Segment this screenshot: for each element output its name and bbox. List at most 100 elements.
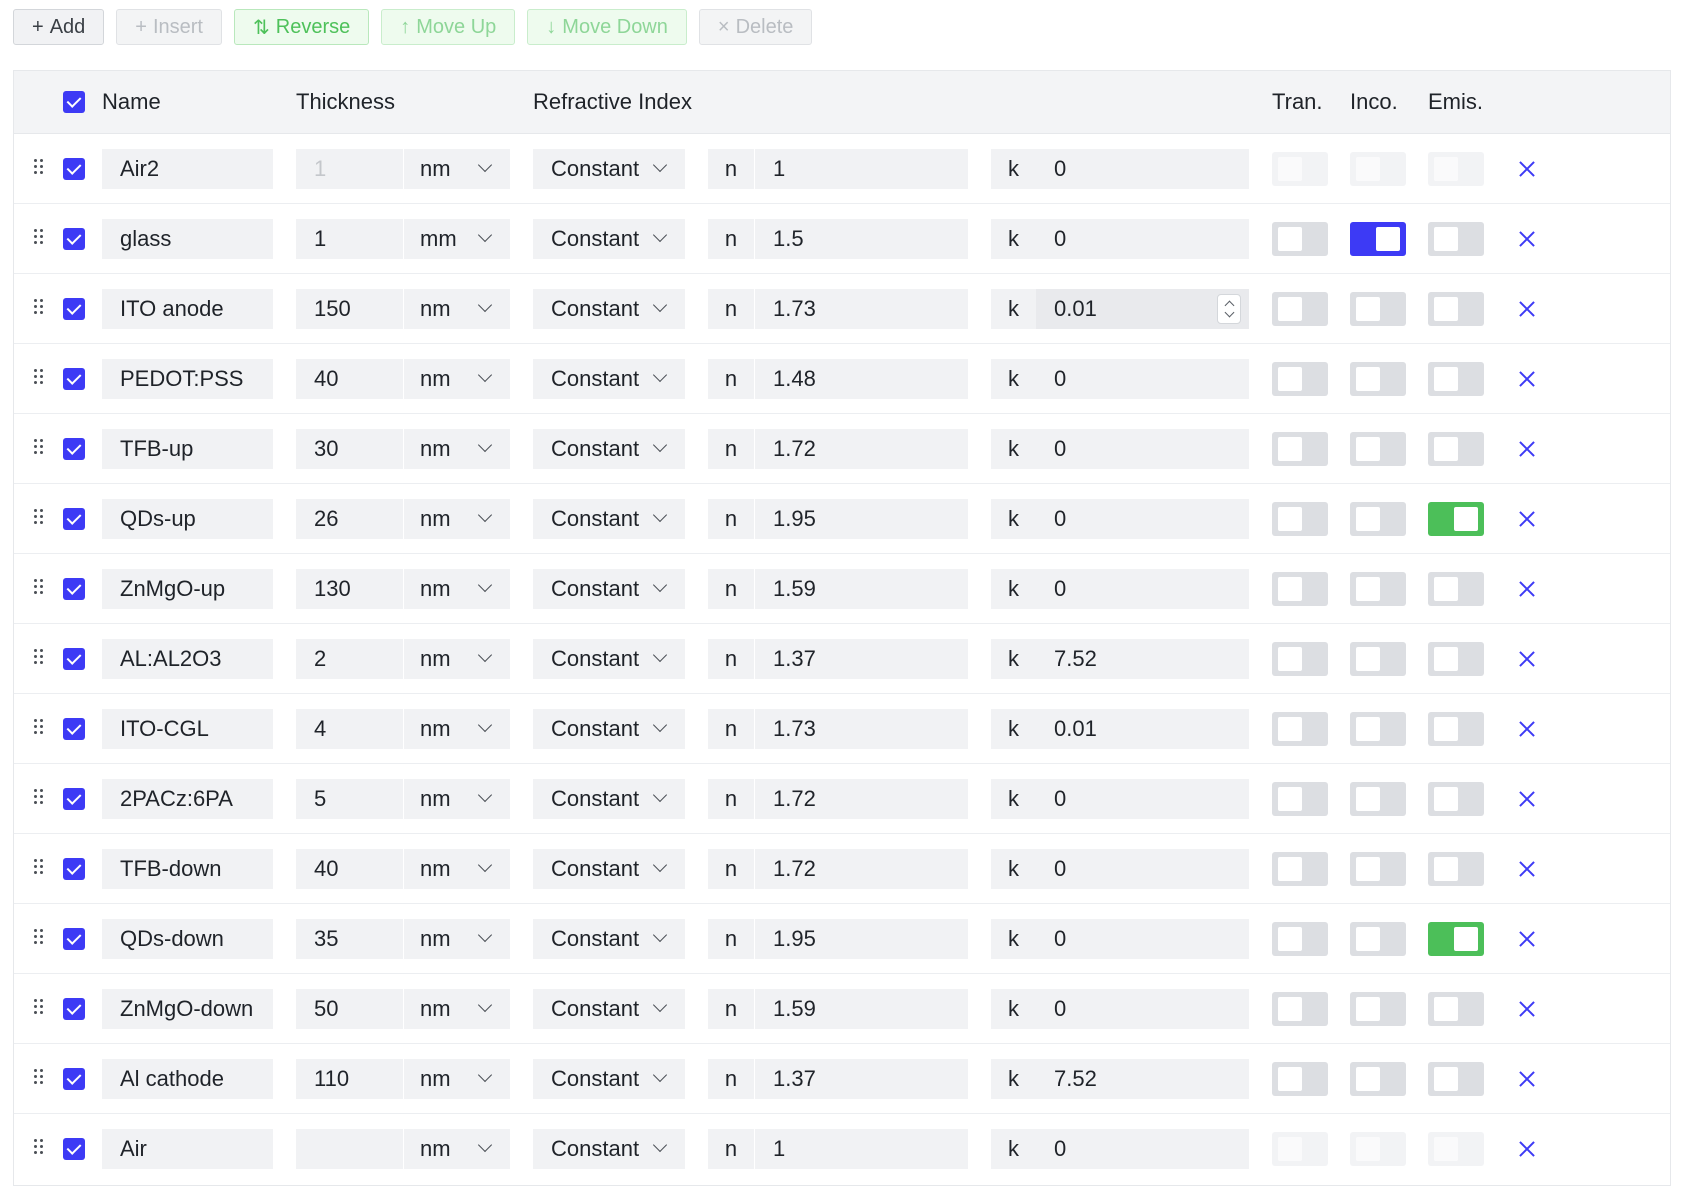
k-input[interactable]: 7.52 [1036, 639, 1249, 679]
delete-row-close-icon[interactable] [1517, 299, 1537, 319]
k-input[interactable]: 0 [1036, 219, 1249, 259]
layer-name-input[interactable]: Al cathode [102, 1059, 273, 1099]
thickness-input[interactable]: 30 [296, 429, 403, 469]
tran-toggle[interactable] [1272, 292, 1328, 326]
row-checkbox[interactable] [63, 158, 85, 180]
k-input[interactable]: 0.01 [1036, 289, 1249, 329]
delete-row-close-icon[interactable] [1517, 509, 1537, 529]
inco-toggle[interactable] [1350, 362, 1406, 396]
row-checkbox[interactable] [63, 578, 85, 600]
drag-handle-icon[interactable] [34, 999, 46, 1019]
model-select[interactable]: Constant [533, 639, 685, 679]
n-input[interactable]: 1.95 [755, 919, 968, 959]
drag-handle-icon[interactable] [34, 299, 46, 319]
layer-name-input[interactable]: QDs-down [102, 919, 273, 959]
unit-select[interactable]: nm [404, 569, 510, 609]
thickness-input[interactable]: 130 [296, 569, 403, 609]
thickness-input[interactable]: 1 [296, 219, 403, 259]
thickness-input[interactable]: 110 [296, 1059, 403, 1099]
n-input[interactable]: 1.72 [755, 849, 968, 889]
emis-toggle[interactable] [1428, 642, 1484, 676]
model-select[interactable]: Constant [533, 1129, 685, 1169]
n-input[interactable]: 1.95 [755, 499, 968, 539]
model-select[interactable]: Constant [533, 219, 685, 259]
thickness-input[interactable]: 4 [296, 709, 403, 749]
move-up-button[interactable]: ↑ Move Up [381, 9, 516, 45]
model-select[interactable]: Constant [533, 849, 685, 889]
row-checkbox[interactable] [63, 718, 85, 740]
inco-toggle[interactable] [1350, 922, 1406, 956]
row-checkbox[interactable] [63, 998, 85, 1020]
tran-toggle[interactable] [1272, 782, 1328, 816]
unit-select[interactable]: nm [404, 639, 510, 679]
n-input[interactable]: 1.5 [755, 219, 968, 259]
layer-name-input[interactable]: QDs-up [102, 499, 273, 539]
tran-toggle[interactable] [1272, 362, 1328, 396]
drag-handle-icon[interactable] [34, 159, 46, 179]
model-select[interactable]: Constant [533, 1059, 685, 1099]
layer-name-input[interactable]: TFB-down [102, 849, 273, 889]
layer-name-input[interactable]: glass [102, 219, 273, 259]
n-input[interactable]: 1.72 [755, 429, 968, 469]
model-select[interactable]: Constant [533, 919, 685, 959]
n-input[interactable]: 1.73 [755, 289, 968, 329]
k-input[interactable]: 0 [1036, 359, 1249, 399]
emis-toggle[interactable] [1428, 1132, 1484, 1166]
emis-toggle[interactable] [1428, 572, 1484, 606]
thickness-input[interactable]: 5 [296, 779, 403, 819]
model-select[interactable]: Constant [533, 499, 685, 539]
model-select[interactable]: Constant [533, 569, 685, 609]
n-input[interactable]: 1.73 [755, 709, 968, 749]
thickness-input[interactable]: 2 [296, 639, 403, 679]
emis-toggle[interactable] [1428, 222, 1484, 256]
tran-toggle[interactable] [1272, 432, 1328, 466]
n-input[interactable]: 1.59 [755, 569, 968, 609]
thickness-input[interactable]: 150 [296, 289, 403, 329]
model-select[interactable]: Constant [533, 289, 685, 329]
inco-toggle[interactable] [1350, 222, 1406, 256]
delete-button[interactable]: × Delete [698, 9, 813, 45]
drag-handle-icon[interactable] [34, 649, 46, 669]
row-checkbox[interactable] [63, 298, 85, 320]
layer-name-input[interactable]: PEDOT:PSS [102, 359, 273, 399]
emis-toggle[interactable] [1428, 992, 1484, 1026]
unit-select[interactable]: nm [404, 709, 510, 749]
tran-toggle[interactable] [1272, 642, 1328, 676]
n-input[interactable]: 1.37 [755, 1059, 968, 1099]
k-input[interactable]: 0 [1036, 989, 1249, 1029]
emis-toggle[interactable] [1428, 152, 1484, 186]
unit-select[interactable]: nm [404, 429, 510, 469]
tran-toggle[interactable] [1272, 852, 1328, 886]
delete-row-close-icon[interactable] [1517, 719, 1537, 739]
delete-row-close-icon[interactable] [1517, 369, 1537, 389]
layer-name-input[interactable]: ITO-CGL [102, 709, 273, 749]
inco-toggle[interactable] [1350, 852, 1406, 886]
n-input[interactable]: 1.59 [755, 989, 968, 1029]
inco-toggle[interactable] [1350, 992, 1406, 1026]
tran-toggle[interactable] [1272, 1062, 1328, 1096]
n-input[interactable]: 1.72 [755, 779, 968, 819]
delete-row-close-icon[interactable] [1517, 859, 1537, 879]
model-select[interactable]: Constant [533, 359, 685, 399]
thickness-input[interactable]: 40 [296, 849, 403, 889]
drag-handle-icon[interactable] [34, 439, 46, 459]
drag-handle-icon[interactable] [34, 789, 46, 809]
emis-toggle[interactable] [1428, 1062, 1484, 1096]
delete-row-close-icon[interactable] [1517, 229, 1537, 249]
n-input[interactable]: 1 [755, 1129, 968, 1169]
model-select[interactable]: Constant [533, 429, 685, 469]
delete-row-close-icon[interactable] [1517, 1139, 1537, 1159]
inco-toggle[interactable] [1350, 1062, 1406, 1096]
drag-handle-icon[interactable] [34, 1069, 46, 1089]
unit-select[interactable]: nm [404, 989, 510, 1029]
tran-toggle[interactable] [1272, 502, 1328, 536]
thickness-input[interactable]: 1 [296, 149, 403, 189]
delete-row-close-icon[interactable] [1517, 929, 1537, 949]
delete-row-close-icon[interactable] [1517, 649, 1537, 669]
tran-toggle[interactable] [1272, 1132, 1328, 1166]
k-input[interactable]: 0 [1036, 569, 1249, 609]
emis-toggle[interactable] [1428, 922, 1484, 956]
emis-toggle[interactable] [1428, 432, 1484, 466]
delete-row-close-icon[interactable] [1517, 439, 1537, 459]
unit-select[interactable]: nm [404, 149, 510, 189]
